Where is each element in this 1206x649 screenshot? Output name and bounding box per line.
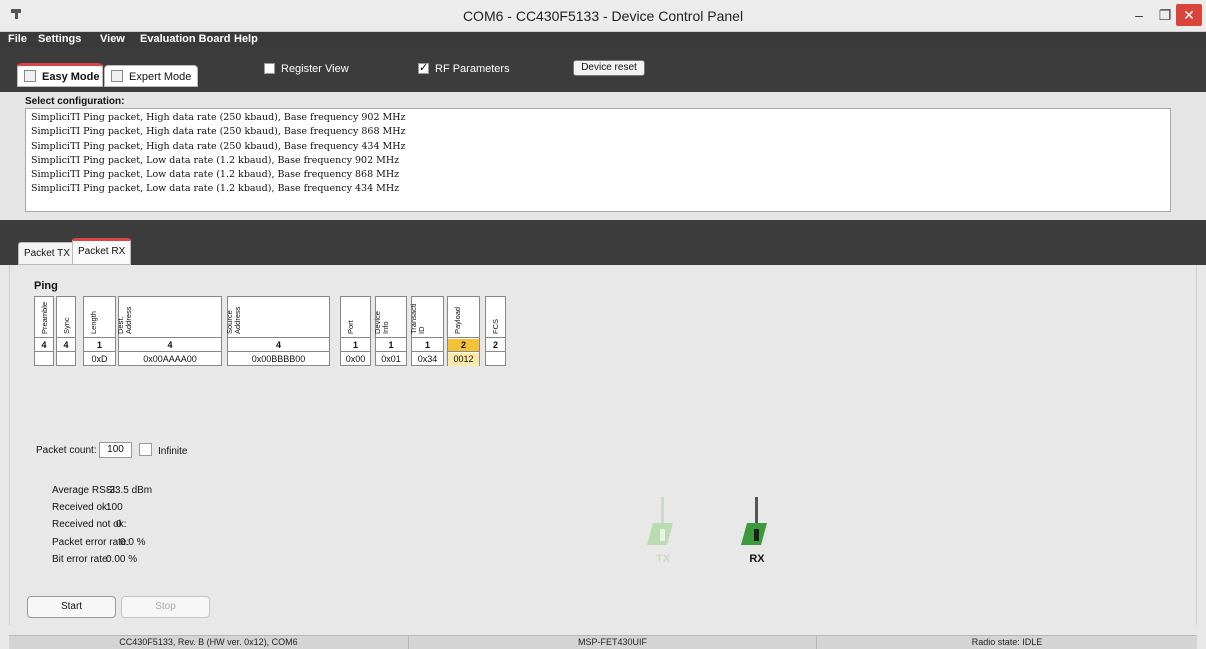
title-bar: COM6 - CC430F5133 - Device Control Panel… xyxy=(0,0,1206,32)
rx-statistics: Average RSSI: -33.5 dBm Received ok: 100 R… xyxy=(52,482,152,568)
infinite-check[interactable] xyxy=(139,443,152,456)
field-length: 4 xyxy=(57,339,75,352)
status-bar: CC430F5133, Rev. B (HW ver. 0x12), COM6 … xyxy=(9,635,1197,649)
field-value xyxy=(57,353,75,366)
avg-rssi-value: -33.5 dBm xyxy=(106,485,153,496)
packet-field-fcs: FCS 2 xyxy=(485,296,506,366)
field-value: 0x00BBBB00 xyxy=(251,354,306,364)
start-button[interactable]: Start xyxy=(27,596,116,618)
field-length: 4 xyxy=(119,339,221,352)
menu-settings[interactable]: Settings xyxy=(38,33,81,45)
packet-field-transaction-id: Transacti ID 1 0x34 xyxy=(409,296,444,366)
field-length: 1 xyxy=(84,339,115,352)
packet-field-dest-address: Dest. Address 4 0x00AAAA00 xyxy=(116,296,222,366)
tab-easy-mode[interactable]: Easy Mode xyxy=(17,63,103,87)
tab-packet-tx[interactable]: Packet TX xyxy=(18,242,76,265)
field-header: Dest. Address xyxy=(116,306,133,334)
packet-rx-panel: Ping Preamble 4 Sync 4 Length 1 0xD Dest… xyxy=(9,265,1197,625)
field-length: 2 xyxy=(448,339,479,352)
config-item[interactable]: SimpliciTI Ping packet, Low data rate (1… xyxy=(31,154,1165,168)
menu-bar: File Settings View Evaluation Board Help xyxy=(0,32,1206,47)
received-ok-value: 100 xyxy=(106,502,123,514)
window-title: COM6 - CC430F5133 - Device Control Panel xyxy=(462,8,744,24)
field-header: Source Address xyxy=(225,306,242,334)
field-value xyxy=(35,353,53,366)
tx-label: TX xyxy=(655,553,671,565)
field-header: Length xyxy=(89,311,98,334)
easy-mode-icon xyxy=(24,70,36,82)
rx-indicator: RX xyxy=(737,495,777,565)
rf-parameters-checkbox[interactable]: RF Parameters xyxy=(418,61,510,75)
device-reset-button[interactable]: Device reset xyxy=(573,60,645,76)
field-header: Transacti ID xyxy=(409,303,426,334)
tab-packet-rx[interactable]: Packet RX xyxy=(72,238,132,265)
field-value: 0x01 xyxy=(381,354,401,364)
field-length: 1 xyxy=(376,339,406,352)
field-value: 0xD xyxy=(91,354,108,364)
field-header: Port xyxy=(346,320,355,334)
infinite-checkbox[interactable]: Infinite xyxy=(139,443,187,457)
status-device: CC430F5133, Rev. B (HW ver. 0x12), COM6 xyxy=(9,636,409,649)
bit-error-rate-label: Bit error rate: xyxy=(52,553,111,565)
menu-evaluation-board[interactable]: Evaluation Board xyxy=(140,33,230,45)
menu-file[interactable]: File xyxy=(8,33,27,45)
tab-expert-mode[interactable]: Expert Mode xyxy=(104,65,198,87)
field-length: 4 xyxy=(35,339,53,352)
menu-view[interactable]: View xyxy=(100,33,125,45)
field-value: 0012 xyxy=(448,353,479,366)
packet-field-sync: Sync 4 xyxy=(56,296,76,366)
field-length: 1 xyxy=(412,339,443,352)
field-length: 2 xyxy=(486,339,505,352)
packet-count-row: Packet count: 100 Infinite xyxy=(36,442,187,458)
configuration-list[interactable]: SimpliciTI Ping packet, High data rate (… xyxy=(25,108,1171,212)
config-heading: Select configuration: xyxy=(25,96,125,107)
packet-error-rate-label: Packet error rate: xyxy=(52,536,130,548)
packet-title: Ping xyxy=(34,280,58,292)
field-header: Payload xyxy=(453,306,462,334)
field-value: 0x34 xyxy=(417,354,438,364)
status-programmer: MSP-FET430UIF xyxy=(409,636,817,649)
received-not-ok-value: 0 xyxy=(116,519,122,531)
expert-mode-icon xyxy=(111,70,123,82)
rx-antenna-icon xyxy=(741,497,767,545)
menu-help[interactable]: Help xyxy=(234,33,258,45)
close-button[interactable]: ✕ xyxy=(1176,4,1202,26)
bit-error-rate-value: 0.00 % xyxy=(106,553,138,565)
config-item[interactable]: SimpliciTI Ping packet, Low data rate (1… xyxy=(31,182,1165,196)
packet-field-length: Length 1 0xD xyxy=(83,296,116,366)
configuration-section: Select configuration: SimpliciTI Ping pa… xyxy=(0,92,1206,220)
packet-count-input[interactable]: 100 xyxy=(99,442,132,458)
packet-field-device-info: Device Info 1 0x01 xyxy=(373,296,407,366)
register-view-check[interactable] xyxy=(264,63,275,74)
packet-error-rate-value: 0.0 % xyxy=(120,536,146,548)
stop-button[interactable]: Stop xyxy=(121,596,210,618)
received-ok-label: Received ok: xyxy=(52,502,110,514)
tx-antenna-icon xyxy=(647,497,673,545)
register-view-checkbox[interactable]: Register View xyxy=(264,63,349,75)
field-header: Device Info xyxy=(373,311,390,334)
field-length: 1 xyxy=(341,339,370,352)
config-item[interactable]: SimpliciTI Ping packet, High data rate (… xyxy=(31,140,1165,154)
packet-field-preamble: Preamble 4 xyxy=(34,296,54,366)
field-value: 0x00AAAA00 xyxy=(143,354,197,364)
field-header: FCS xyxy=(491,319,500,334)
config-item[interactable]: SimpliciTI Ping packet, Low data rate (1… xyxy=(31,168,1165,182)
packet-field-payload: Payload 2 0012 xyxy=(447,296,480,366)
config-item[interactable]: SimpliciTI Ping packet, High data rate (… xyxy=(31,125,1165,139)
rf-parameters-check[interactable] xyxy=(418,61,429,74)
status-radio-state: Radio state: IDLE xyxy=(971,637,1043,647)
field-header: Preamble xyxy=(40,301,49,334)
field-value: 0x00 xyxy=(345,354,366,364)
packet-field-port: Port 1 0x00 xyxy=(340,296,371,366)
config-item[interactable]: SimpliciTI Ping packet, High data rate (… xyxy=(31,111,1165,125)
packet-count-label: Packet count: xyxy=(36,445,97,456)
packet-field-source-address: Source Address 4 0x00BBBB00 xyxy=(225,296,330,366)
tx-indicator: TX xyxy=(643,495,683,565)
packet-tab-bar: Packet TX Packet RX xyxy=(0,220,1206,265)
mode-toolbar: Easy Mode Expert Mode Register View RF P… xyxy=(0,47,1206,92)
field-value xyxy=(486,353,505,366)
rx-label: RX xyxy=(749,553,765,565)
field-length: 4 xyxy=(228,339,329,352)
field-header: Sync xyxy=(62,317,71,334)
